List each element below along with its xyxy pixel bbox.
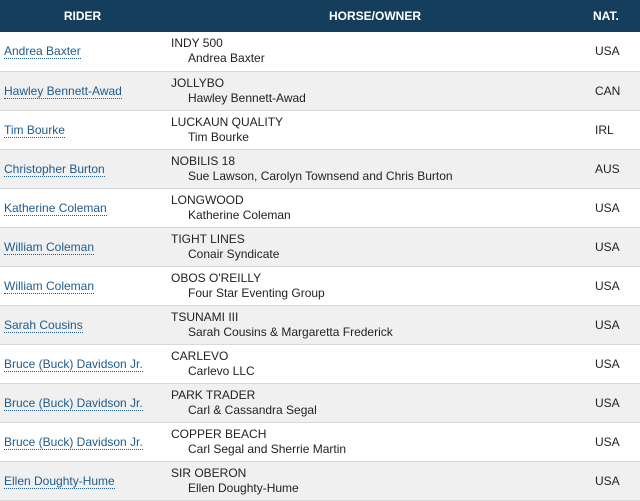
horse-owner-cell: CARLEVO Carlevo LLC (165, 344, 585, 384)
table-row: William Coleman OBOS O'REILLY Four Star Ev… (0, 266, 640, 306)
nationality-cell: USA (585, 227, 640, 267)
rider-cell: Bruce (Buck) Davidson Jr. (0, 344, 165, 384)
horse-owner-cell: JOLLYBO Hawley Bennett-Awad (165, 71, 585, 111)
rider-cell: Tim Bourke (0, 110, 165, 150)
owner-name: Four Star Eventing Group (188, 285, 325, 300)
owner-name: Conair Syndicate (188, 246, 280, 261)
rider-cell: Hawley Bennett-Awad (0, 71, 165, 111)
rider-link[interactable]: Katherine Coleman (4, 200, 107, 216)
horse-owner-cell: TIGHT LINES Conair Syndicate (165, 227, 585, 267)
rider-cell: Katherine Coleman (0, 188, 165, 228)
rider-cell: Bruce (Buck) Davidson Jr. (0, 422, 165, 462)
horse-owner-cell: SIR OBERON Ellen Doughty-Hume (165, 461, 585, 501)
table-row: Ellen Doughty-Hume SIR OBERON Ellen Dought… (0, 461, 640, 501)
horse-name: SIR OBERON (171, 465, 247, 480)
horse-name: TSUNAMI III (171, 309, 239, 324)
rider-link[interactable]: Andrea Baxter (4, 44, 81, 60)
nationality-cell: USA (585, 266, 640, 306)
table-row: Tim Bourke LUCKAUN QUALITY Tim Bourke IRL (0, 110, 640, 150)
horse-name: PARK TRADER (171, 387, 256, 402)
table-row: Christopher Burton NOBILIS 18 Sue Lawson, … (0, 149, 640, 189)
owner-name: Carl & Cassandra Segal (188, 402, 317, 417)
nationality-cell: AUS (585, 149, 640, 189)
rider-link[interactable]: Bruce (Buck) Davidson Jr. (4, 434, 143, 450)
nationality-cell: USA (585, 32, 640, 72)
rider-link[interactable]: William Coleman (4, 278, 95, 294)
rider-link[interactable]: Ellen Doughty-Hume (4, 473, 115, 489)
nationality-cell: USA (585, 188, 640, 228)
nationality-cell: USA (585, 344, 640, 384)
horse-owner-cell: LONGWOOD Katherine Coleman (165, 188, 585, 228)
horse-name: JOLLYBO (171, 75, 225, 90)
horse-owner-cell: NOBILIS 18 Sue Lawson, Carolyn Townsend a… (165, 149, 585, 189)
nationality-cell: USA (585, 461, 640, 501)
rider-link[interactable]: Christopher Burton (4, 161, 105, 177)
horse-owner-cell: TSUNAMI III Sarah Cousins & Margaretta Fr… (165, 305, 585, 345)
owner-name: Sarah Cousins & Margaretta Frederick (188, 324, 393, 339)
owner-name: Carl Segal and Sherrie Martin (188, 441, 347, 456)
nationality-column-header[interactable]: NAT. (585, 0, 640, 32)
horse-name: COPPER BEACH (171, 426, 267, 441)
horse-name: OBOS O'REILLY (171, 270, 262, 285)
entries-table: RIDER HORSE/OWNER NAT. Andrea Baxter INDY… (0, 0, 640, 501)
rider-link[interactable]: William Coleman (4, 239, 95, 255)
rider-link[interactable]: Tim Bourke (4, 122, 65, 138)
rider-cell: William Coleman (0, 266, 165, 306)
horse-name: LUCKAUN QUALITY (171, 114, 284, 129)
horse-owner-cell: LUCKAUN QUALITY Tim Bourke (165, 110, 585, 150)
table-row: Andrea Baxter INDY 500 Andrea Baxter USA (0, 32, 640, 72)
nationality-cell: CAN (585, 71, 640, 111)
table-header: RIDER HORSE/OWNER NAT. (0, 0, 640, 32)
table-row: Sarah Cousins TSUNAMI III Sarah Cousins & … (0, 305, 640, 345)
owner-name: Hawley Bennett-Awad (188, 90, 306, 105)
rider-cell: Ellen Doughty-Hume (0, 461, 165, 501)
horse-name: CARLEVO (171, 348, 229, 363)
nationality-cell: USA (585, 305, 640, 345)
nationality-cell: USA (585, 383, 640, 423)
owner-name: Sue Lawson, Carolyn Townsend and Chris B… (188, 168, 453, 183)
owner-name: Carlevo LLC (188, 363, 255, 378)
nationality-cell: USA (585, 422, 640, 462)
rider-cell: Christopher Burton (0, 149, 165, 189)
horse-owner-cell: PARK TRADER Carl & Cassandra Segal (165, 383, 585, 423)
rider-column-header[interactable]: RIDER (0, 0, 165, 32)
table-row: Bruce (Buck) Davidson Jr. PARK TRADER Carl… (0, 383, 640, 423)
rider-cell: Bruce (Buck) Davidson Jr. (0, 383, 165, 423)
rider-cell: William Coleman (0, 227, 165, 267)
rider-cell: Sarah Cousins (0, 305, 165, 345)
horse-owner-cell: INDY 500 Andrea Baxter (165, 32, 585, 72)
horse-name: INDY 500 (171, 36, 223, 51)
rider-link[interactable]: Bruce (Buck) Davidson Jr. (4, 356, 143, 372)
table-row: William Coleman TIGHT LINES Conair Syndica… (0, 227, 640, 267)
horse-owner-column-header[interactable]: HORSE/OWNER (165, 0, 585, 32)
owner-name: Katherine Coleman (188, 207, 291, 222)
table-row: Bruce (Buck) Davidson Jr. CARLEVO Carlevo … (0, 344, 640, 384)
horse-owner-cell: OBOS O'REILLY Four Star Eventing Group (165, 266, 585, 306)
header-row: RIDER HORSE/OWNER NAT. (0, 0, 640, 32)
nationality-cell: IRL (585, 110, 640, 150)
rider-link[interactable]: Bruce (Buck) Davidson Jr. (4, 395, 143, 411)
rider-cell: Andrea Baxter (0, 32, 165, 72)
table-row: Bruce (Buck) Davidson Jr. COPPER BEACH Car… (0, 422, 640, 462)
table-row: Hawley Bennett-Awad JOLLYBO Hawley Bennett… (0, 71, 640, 111)
rider-link[interactable]: Hawley Bennett-Awad (4, 83, 122, 99)
owner-name: Andrea Baxter (188, 51, 265, 66)
horse-name: NOBILIS 18 (171, 153, 236, 168)
rider-link[interactable]: Sarah Cousins (4, 317, 83, 333)
horse-name: LONGWOOD (171, 192, 244, 207)
table-body: Andrea Baxter INDY 500 Andrea Baxter USA Haw… (0, 32, 640, 501)
table-row: Katherine Coleman LONGWOOD Katherine Colem… (0, 188, 640, 228)
horse-owner-cell: COPPER BEACH Carl Segal and Sherrie Marti… (165, 422, 585, 462)
owner-name: Ellen Doughty-Hume (188, 480, 299, 495)
horse-name: TIGHT LINES (171, 231, 245, 246)
owner-name: Tim Bourke (188, 129, 249, 144)
